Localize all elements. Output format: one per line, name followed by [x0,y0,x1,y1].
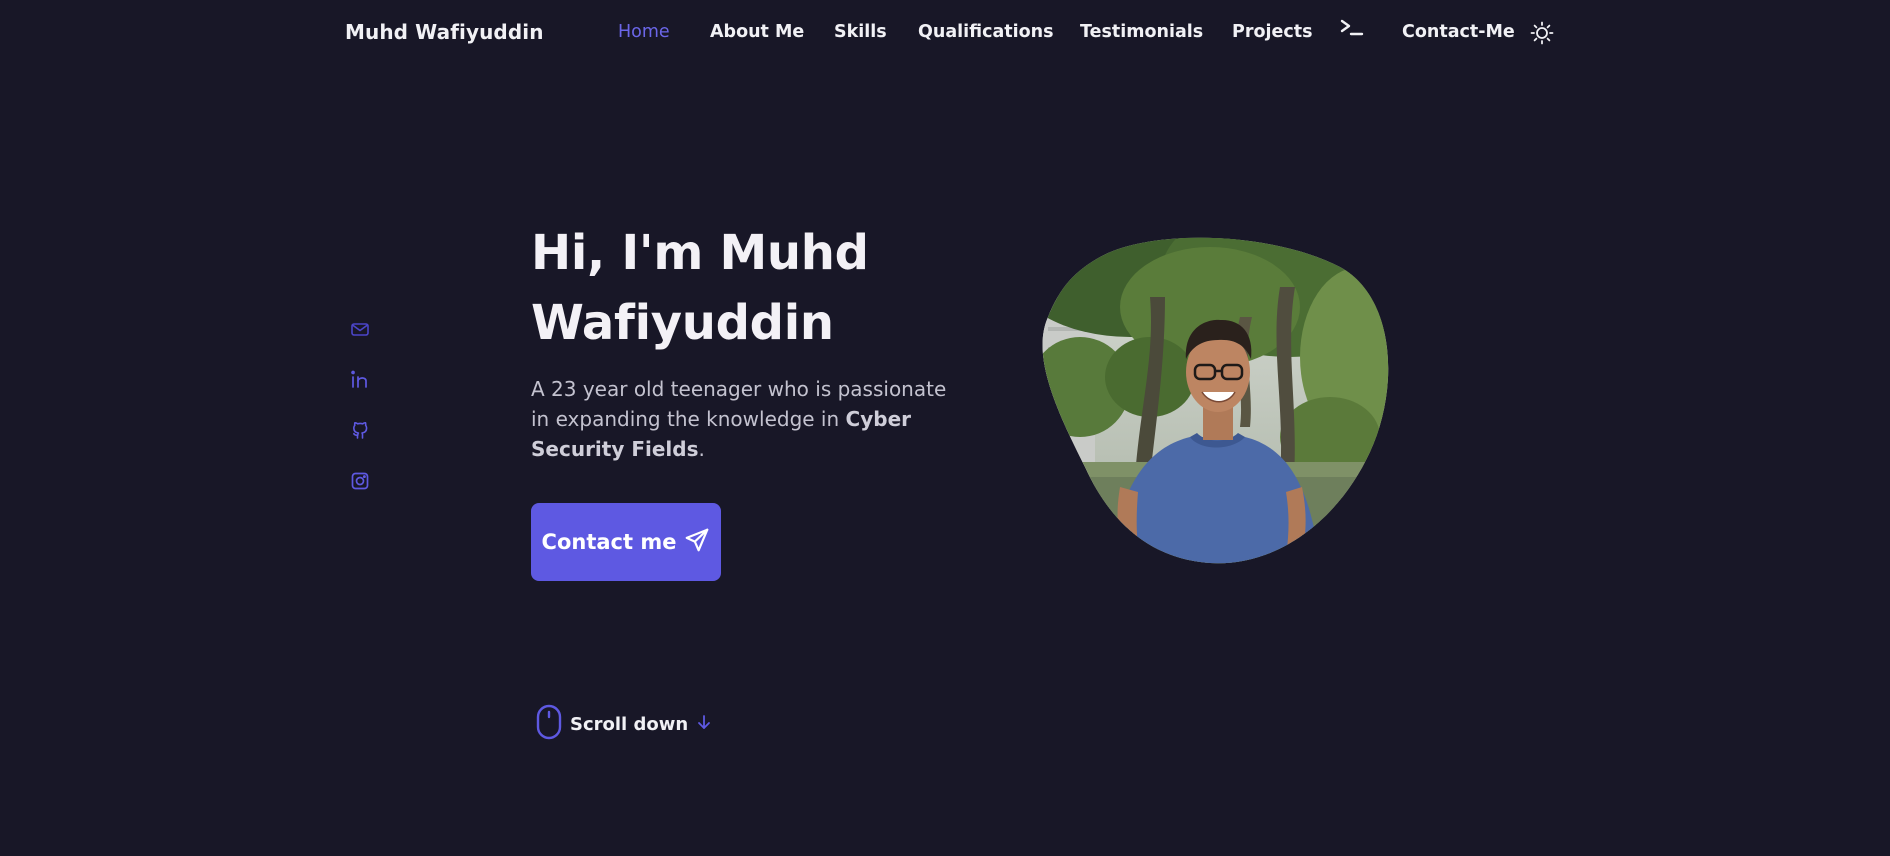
instagram-icon[interactable] [350,471,370,491]
arrow-down-icon [696,714,712,734]
nav-skills[interactable]: Skills [834,22,887,42]
scroll-down-link[interactable]: Scroll down [536,704,712,744]
profile-photo [1040,237,1390,564]
hero-description-end: . [698,437,705,461]
email-icon[interactable] [350,319,370,339]
terminal-icon[interactable] [1340,18,1364,42]
github-icon[interactable] [350,420,370,440]
mouse-icon [536,704,562,744]
nav-about-me[interactable]: About Me [710,22,804,42]
nav-contact-me[interactable]: Contact-Me [1402,22,1515,42]
nav-testimonials[interactable]: Testimonials [1080,22,1203,42]
site-header: Muhd Wafiyuddin Home About Me Skills Qua… [0,0,1890,66]
send-icon [684,527,710,558]
nav-qualifications[interactable]: Qualifications [918,22,1054,42]
hero-description: A 23 year old teenager who is passionate… [531,374,961,464]
sun-icon[interactable] [1530,21,1554,45]
nav-projects[interactable]: Projects [1232,22,1313,42]
contact-me-button[interactable]: Contact me [531,503,721,581]
nav-home[interactable]: Home [618,22,670,42]
site-logo[interactable]: Muhd Wafiyuddin [345,20,544,44]
hero-title: Hi, I'm Muhd Wafiyuddin [531,225,869,351]
contact-me-label: Contact me [541,530,677,554]
linkedin-icon[interactable] [350,369,370,389]
scroll-down-label: Scroll down [570,713,689,735]
